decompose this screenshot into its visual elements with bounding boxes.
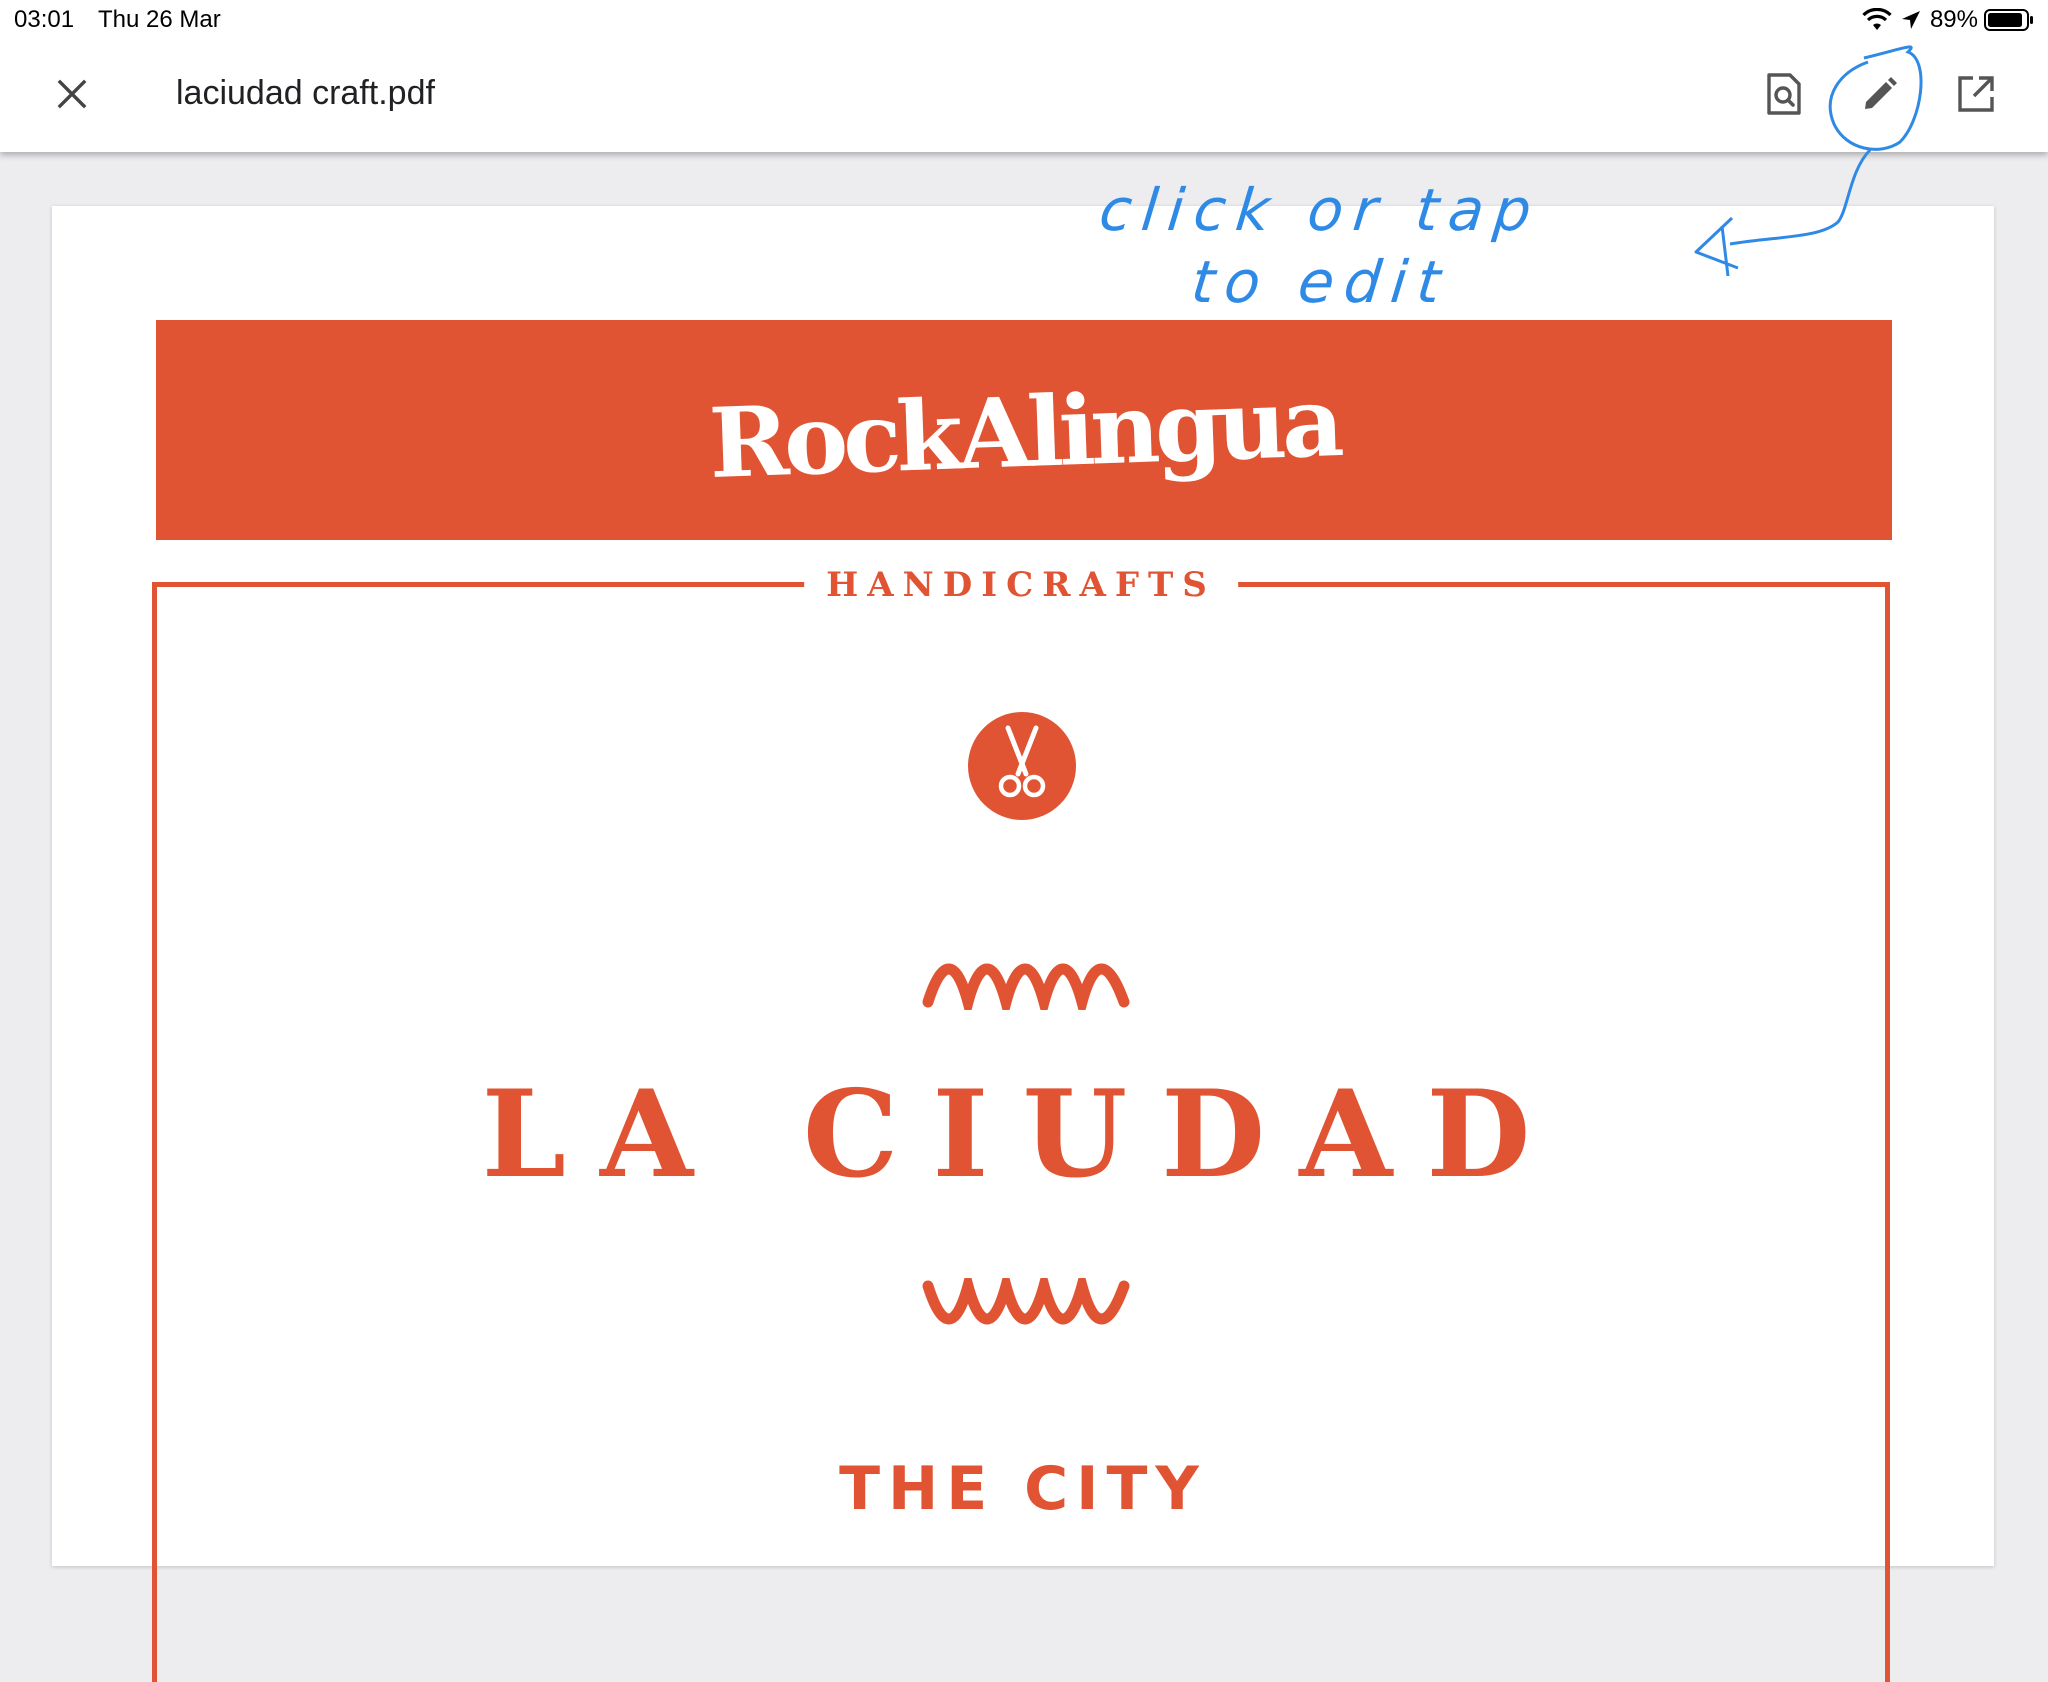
status-date: Thu 26 Mar (98, 6, 221, 33)
open-external-icon (1957, 75, 1995, 118)
scissors-icon (994, 724, 1050, 809)
app-toolbar: laciudad craft.pdf (0, 40, 2048, 152)
edit-button[interactable] (1854, 70, 1906, 122)
pdf-page[interactable]: RockAlingua HANDICRAFTS LA CIUDAD THE CI… (52, 206, 1994, 1682)
brand-logo: RockAlingua (707, 364, 1341, 500)
status-indicators: 89% (1862, 4, 2034, 36)
close-button[interactable] (46, 70, 98, 122)
section-label: HANDICRAFTS (804, 565, 1238, 605)
wifi-icon (1862, 8, 1892, 32)
scissors-badge (968, 712, 1076, 820)
status-time: 03:01 (14, 6, 75, 33)
find-in-document-button[interactable] (1758, 70, 1810, 122)
location-arrow-icon (1900, 9, 1922, 31)
document-title: laciudad craft.pdf (176, 74, 435, 112)
close-icon (56, 78, 88, 115)
logo-banner: RockAlingua (156, 320, 1892, 540)
pencil-icon (1861, 75, 1899, 118)
open-external-button[interactable] (1950, 70, 2002, 122)
document-subheading: THE CITY (839, 1454, 1207, 1524)
status-bar: 03:01 Thu 26 Mar 89% (0, 0, 2048, 40)
battery-icon (1984, 8, 2034, 32)
document-heading: LA CIUDAD (481, 1064, 1565, 1205)
find-in-document-icon (1766, 72, 1802, 120)
wave-divider-bottom (922, 1278, 1130, 1325)
battery-percentage: 89% (1929, 6, 1978, 33)
wave-divider-top (922, 963, 1130, 1010)
